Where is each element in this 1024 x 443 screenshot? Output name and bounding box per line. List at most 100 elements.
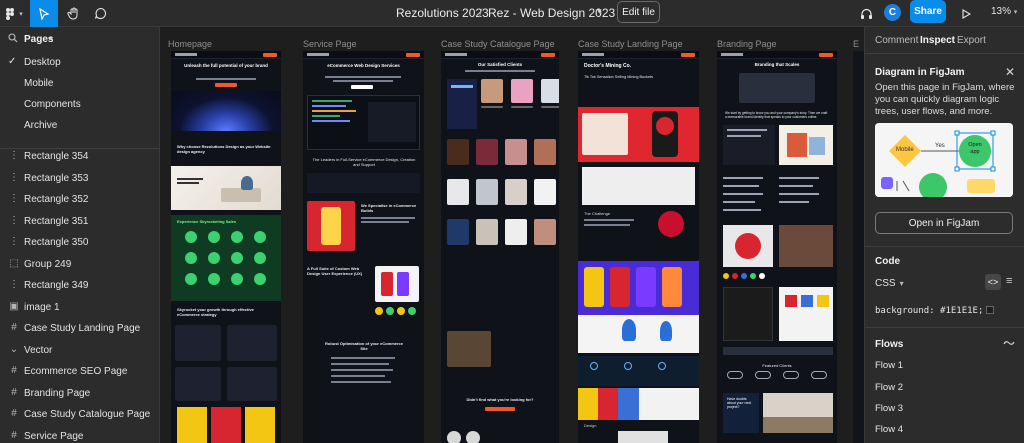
tab-export[interactable]: Export <box>957 35 986 46</box>
page-item[interactable]: Mobile <box>0 74 159 95</box>
preview-yes-label: Yes <box>935 143 945 149</box>
frame-icon: # <box>11 322 17 333</box>
features-section: Experience Skyrocketing Sales <box>171 215 281 301</box>
page-item[interactable]: Components <box>0 95 159 116</box>
branding-intro: We start by getting to know you and your… <box>725 111 828 119</box>
layer-item[interactable]: # Case Study Catalogue Page <box>0 405 159 426</box>
layer-item[interactable]: ⋮ Rectangle 350 <box>0 233 159 254</box>
red-seal <box>658 211 684 237</box>
frame-icon: # <box>11 408 17 419</box>
flow-item[interactable]: Flow 4 <box>875 424 903 435</box>
layer-item[interactable]: ⋮ Rectangle 349 <box>0 276 159 297</box>
flow-icon[interactable] <box>1003 339 1015 350</box>
layer-item[interactable]: ⋮ Rectangle 353 <box>0 169 159 190</box>
canvas[interactable]: Homepage Service Page Case Study Catalog… <box>160 27 864 443</box>
layer-item-label: Branding Page <box>24 387 91 399</box>
catalogue-cta: Didn't find what you're looking for? <box>466 397 534 402</box>
move-tool-icon[interactable] <box>30 0 58 27</box>
frame-label-catalogue[interactable]: Case Study Catalogue Page <box>441 39 555 49</box>
hand-tool-icon[interactable] <box>60 0 86 27</box>
flow-item[interactable]: Flow 2 <box>875 382 903 393</box>
tab-inspect[interactable]: Inspect <box>920 35 955 46</box>
zoom-level[interactable]: 13% ▾ <box>991 6 1017 17</box>
edit-file-button[interactable]: Edit file <box>617 1 660 23</box>
robust-title: Robust Optimisation of your eCommerce Si… <box>324 341 403 351</box>
layer-item-label: Rectangle 352 <box>24 194 89 205</box>
tab-comment[interactable]: Comment <box>875 35 918 46</box>
close-icon[interactable]: ✕ <box>1005 65 1015 79</box>
breadcrumb-separator: / <box>479 6 483 20</box>
layer-item-label: Group 249 <box>24 258 72 270</box>
layer-item[interactable]: ⌄ Vector <box>0 341 159 362</box>
frame-service-page[interactable]: eCommerce Web Design Services The Leader… <box>303 51 424 443</box>
flow-item[interactable]: Flow 1 <box>875 360 903 371</box>
layer-item[interactable]: ⋮ Rectangle 351 <box>0 212 159 233</box>
layer-item[interactable]: # Case Study Landing Page <box>0 319 159 340</box>
share-button[interactable]: Share <box>910 0 946 23</box>
frame-label-extra[interactable]: E <box>853 39 859 49</box>
leaders-title: The Leaders in Full-Service eCommerce De… <box>312 157 416 167</box>
headset-icon[interactable] <box>856 0 876 27</box>
right-panel: Comment Inspect Export Diagram in FigJam… <box>864 27 1024 443</box>
frame-catalogue[interactable]: Our Satisfied Clients Didn't find what y… <box>441 51 559 443</box>
layer-item-label: image 1 <box>24 301 60 313</box>
chevron-up-icon[interactable]: ▴ <box>49 33 53 42</box>
layer-item[interactable]: ⋮ Rectangle 352 <box>0 190 159 211</box>
frame-label-service[interactable]: Service Page <box>303 39 357 49</box>
service-hero-title: eCommerce Web Design Services <box>327 63 400 68</box>
open-in-figjam-button[interactable]: Open in FigJam <box>875 212 1013 234</box>
dark-title: Design <box>584 423 597 428</box>
group-icon: ⬚ <box>9 257 19 269</box>
preview-open-label: Open app <box>968 142 982 155</box>
search-icon[interactable] <box>8 33 18 46</box>
page-item-label: Desktop <box>24 57 61 68</box>
flow-item[interactable]: Flow 3 <box>875 403 903 414</box>
top-toolbar: ▾ Rezolutions 2023 / Rez - Web Design 20… <box>0 0 1024 27</box>
page-item[interactable]: ✓ Desktop <box>0 53 159 74</box>
figma-menu-icon[interactable]: ▾ <box>0 0 28 27</box>
css-code-line[interactable]: background: #1E1E1E; <box>875 306 995 316</box>
file-menu-chevron-icon[interactable]: ▾ <box>597 6 602 17</box>
present-play-icon[interactable] <box>957 0 975 27</box>
frame-nav <box>171 51 281 59</box>
avatar[interactable]: C <box>884 4 901 21</box>
checkmark-icon: ✓ <box>8 56 17 67</box>
layer-item[interactable]: # Branding Page <box>0 384 159 405</box>
figjam-card-desc: Open this page in FigJam, where you can … <box>875 82 1015 117</box>
layer-item[interactable]: ▣ image 1 <box>0 298 159 319</box>
layer-item[interactable]: ⋮ Rectangle 354 <box>0 147 159 168</box>
frame-label-branding[interactable]: Branding Page <box>717 39 777 49</box>
rect-icon: ⋮ <box>9 150 19 161</box>
custom-title: A Full Suite of Custom Web Design User E… <box>307 266 363 276</box>
frame-label-homepage[interactable]: Homepage <box>168 39 212 49</box>
frame-extra-partial[interactable] <box>853 51 864 443</box>
rect-icon: ⋮ <box>9 279 19 290</box>
project-name[interactable]: Rezolutions 2023 <box>396 6 489 20</box>
frame-case-landing[interactable]: Doctor's Mining Co. Tik Tok Sensation Se… <box>578 51 699 443</box>
catalogue-grid <box>481 79 559 108</box>
layer-item[interactable]: # Service Page <box>0 427 159 443</box>
layer-item[interactable]: # Ecommerce SEO Page <box>0 362 159 383</box>
why-title: Why choose Rezolutions Design as your We… <box>177 144 271 154</box>
layer-item-label: Vector <box>24 344 53 356</box>
case-hero-image <box>578 107 699 162</box>
code-language-select[interactable]: CSS ▾ <box>875 278 904 289</box>
flows-section-title: Flows <box>875 339 904 350</box>
color-bars <box>578 388 699 420</box>
checklist <box>723 173 833 219</box>
page-item[interactable]: Archive <box>0 116 159 137</box>
comment-tool-icon[interactable] <box>88 0 112 27</box>
frame-icon: # <box>11 429 17 441</box>
frame-homepage[interactable]: Unleash the full potential of your brand… <box>171 51 281 443</box>
frame-branding[interactable]: Branding that Scales We start by getting… <box>717 51 837 443</box>
code-editor-image <box>307 95 420 150</box>
code-view-icon[interactable]: <> <box>985 274 1001 290</box>
hero-title: Unleash the full potential of your brand <box>184 63 268 68</box>
list-view-icon[interactable]: ≡ <box>1006 275 1012 287</box>
planet-glow <box>171 91 281 131</box>
frame-label-case-landing[interactable]: Case Study Landing Page <box>578 39 683 49</box>
layer-item[interactable]: ⬚ Group 249 <box>0 255 159 276</box>
specialise-title: We Specialise in eCommerce Builds <box>361 203 417 213</box>
phone-mockup <box>307 201 355 251</box>
pages-header[interactable]: Pages ▴ <box>0 27 159 53</box>
